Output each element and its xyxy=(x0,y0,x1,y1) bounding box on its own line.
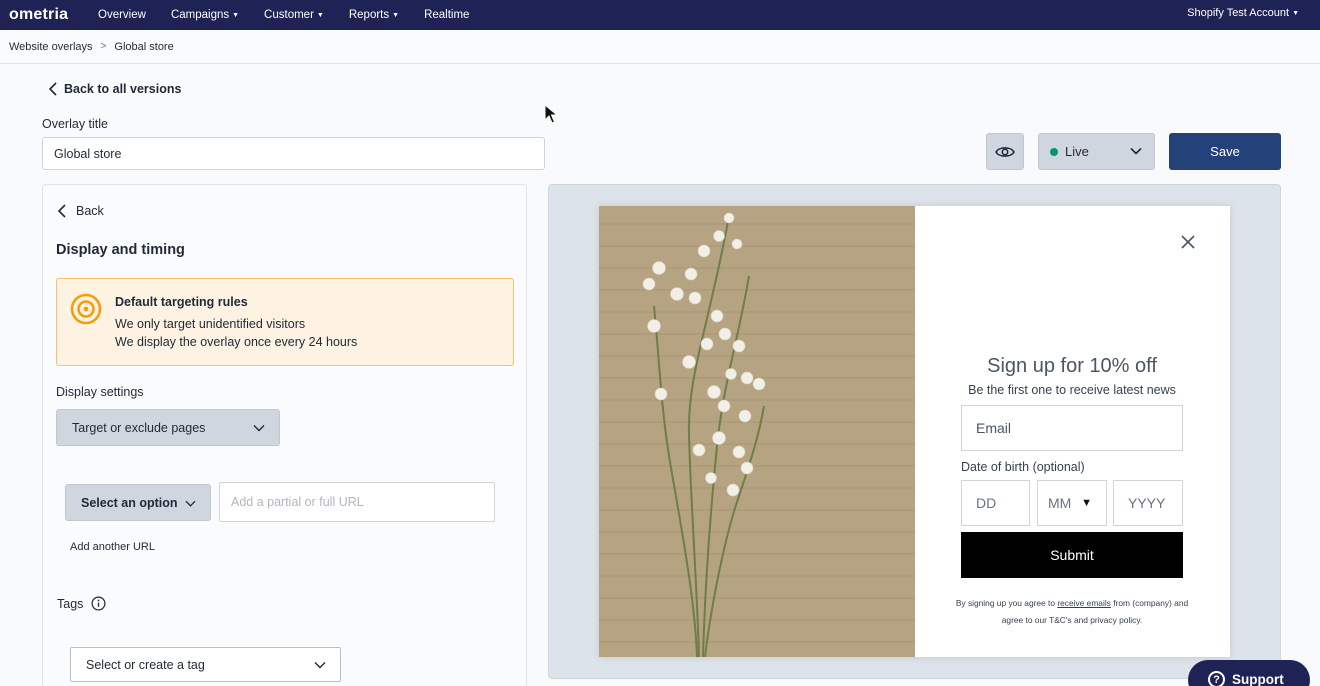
dob-day-field[interactable]: DD xyxy=(961,480,1030,526)
notice-title: Default targeting rules xyxy=(115,295,248,309)
settings-panel: Back Display and timing Default targetin… xyxy=(42,184,527,686)
tag-select[interactable]: Select or create a tag xyxy=(70,647,341,682)
targeting-notice: Default targeting rules We only target u… xyxy=(56,278,514,366)
notice-line-frequency: We display the overlay once every 24 hou… xyxy=(115,335,358,349)
dob-month-placeholder: MM xyxy=(1048,495,1072,511)
nav-realtime[interactable]: Realtime xyxy=(424,9,469,21)
tags-label: Tags xyxy=(57,596,106,611)
caret-down-icon: ▼ xyxy=(316,11,324,19)
legal-text: By signing up you agree to receive email… xyxy=(944,595,1200,629)
panel-back-label: Back xyxy=(76,204,104,218)
email-field[interactable] xyxy=(961,405,1183,451)
tags-label-text: Tags xyxy=(57,596,84,611)
target-icon xyxy=(70,293,102,325)
info-icon[interactable] xyxy=(91,596,106,611)
overlay-modal-preview: Sign up for 10% off Be the first one to … xyxy=(599,206,1230,657)
overlay-subtitle: Be the first one to receive latest news xyxy=(968,383,1176,397)
add-another-url-link[interactable]: Add another URL xyxy=(70,541,155,553)
breadcrumb-website-overlays[interactable]: Website overlays xyxy=(9,41,93,53)
nav-campaigns[interactable]: Campaigns ▼ xyxy=(171,9,239,21)
overlay-headline: Sign up for 10% off xyxy=(987,355,1157,377)
breadcrumb: Website overlays > Global store xyxy=(0,30,1320,64)
chevron-down-icon xyxy=(253,425,265,432)
notice-line-visitors: We only target unidentified visitors xyxy=(115,317,306,331)
panel-heading: Display and timing xyxy=(56,242,185,258)
display-settings-label: Display settings xyxy=(56,385,144,399)
receive-emails-link[interactable]: receive emails xyxy=(1057,598,1111,608)
breadcrumb-global-store: Global store xyxy=(114,40,174,53)
panel-back-button[interactable]: Back xyxy=(57,204,104,218)
status-label: Live xyxy=(1065,144,1089,159)
ometria-logo[interactable]: ometria xyxy=(9,6,98,24)
back-to-versions-link[interactable]: Back to all versions xyxy=(48,82,181,96)
help-icon: ? xyxy=(1208,671,1225,686)
status-dropdown[interactable]: Live xyxy=(1038,133,1155,170)
status-dot xyxy=(1050,147,1058,156)
caret-down-icon: ▼ xyxy=(232,11,240,19)
top-nav: ometria Overview Campaigns ▼ Customer ▼ Re… xyxy=(0,0,1320,30)
chevron-left-icon xyxy=(48,82,57,96)
chevron-left-icon xyxy=(57,204,66,218)
account-menu[interactable]: Shopify Test Account ▼ xyxy=(1187,7,1299,19)
nav-customer[interactable]: Customer ▼ xyxy=(264,9,324,21)
preview-button[interactable] xyxy=(986,133,1024,170)
close-icon[interactable] xyxy=(1181,235,1195,249)
nav-overview[interactable]: Overview xyxy=(98,9,146,21)
overlay-title-input[interactable] xyxy=(42,137,545,170)
legal-text-start: By signing up you agree to xyxy=(955,598,1058,608)
support-button[interactable]: ? Support xyxy=(1188,660,1310,686)
eye-icon xyxy=(995,146,1015,157)
support-label: Support xyxy=(1232,672,1284,686)
dob-month-select[interactable]: MM ▼ xyxy=(1037,480,1107,526)
chevron-down-icon xyxy=(314,662,326,669)
tag-select-label: Select or create a tag xyxy=(86,657,205,672)
caret-down-icon: ▼ xyxy=(392,11,400,19)
dob-year-placeholder: YYYY xyxy=(1128,495,1166,511)
url-rule-label: Select an option xyxy=(81,495,178,510)
submit-button[interactable]: Submit xyxy=(961,532,1183,578)
nav-reports[interactable]: Reports ▼ xyxy=(349,9,399,21)
back-to-versions-label: Back to all versions xyxy=(64,82,182,96)
target-pages-label: Target or exclude pages xyxy=(72,420,206,435)
target-pages-dropdown[interactable]: Target or exclude pages xyxy=(56,409,280,446)
mouse-cursor-icon xyxy=(544,104,558,124)
url-rule-select[interactable]: Select an option xyxy=(65,484,211,521)
flowers-image xyxy=(599,206,915,657)
dob-day-placeholder: DD xyxy=(976,495,997,511)
overlay-title-label: Overlay title xyxy=(42,117,108,131)
chevron-down-icon xyxy=(1130,147,1142,155)
dob-label: Date of birth (optional) xyxy=(961,460,1085,474)
url-input[interactable] xyxy=(219,482,495,522)
triangle-down-icon: ▼ xyxy=(1081,497,1092,509)
save-button[interactable]: Save xyxy=(1169,133,1281,170)
breadcrumb-separator: > xyxy=(100,41,107,52)
caret-down-icon: ▼ xyxy=(1292,9,1299,17)
dob-year-field[interactable]: YYYY xyxy=(1113,480,1183,526)
chevron-down-icon xyxy=(185,500,196,507)
